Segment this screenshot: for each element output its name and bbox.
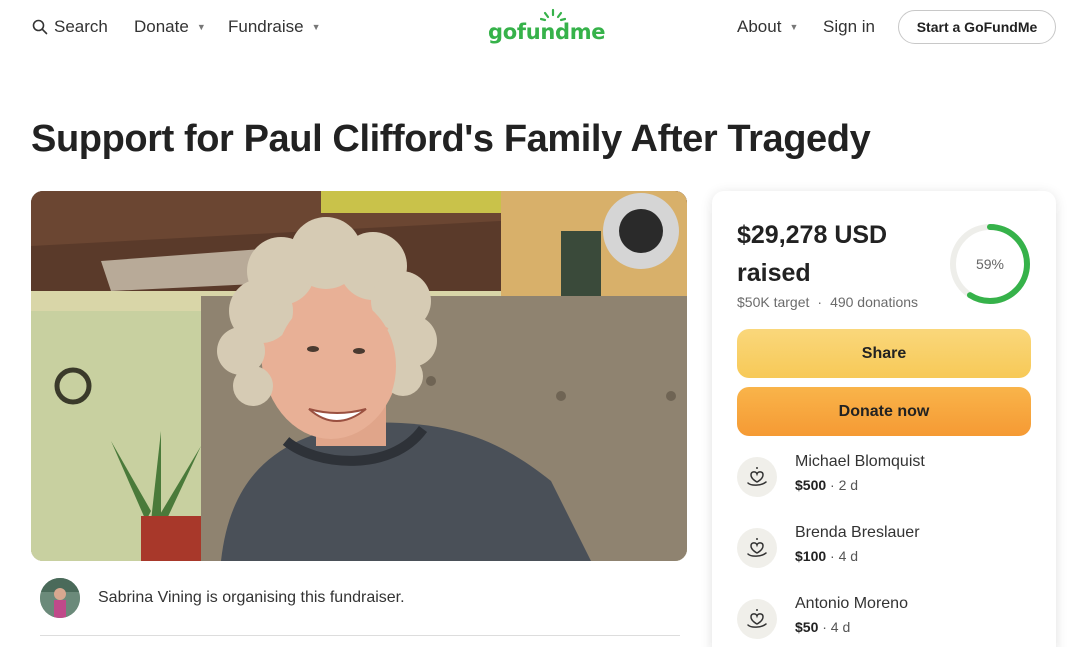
donation-amount: $100 [795, 548, 827, 564]
organiser-text: Sabrina Vining is organising this fundra… [98, 589, 405, 606]
raised-label: raised [737, 259, 811, 287]
organiser-row: Sabrina Vining is organising this fundra… [40, 578, 405, 618]
donation-time: · 2 d [826, 477, 859, 493]
fundraise-menu[interactable]: Fundraise ▼ [228, 17, 321, 37]
target-amount: $50K target [737, 294, 810, 310]
donate-menu[interactable]: Donate ▼ [134, 17, 206, 37]
sign-in-link[interactable]: Sign in [823, 17, 875, 37]
donor-name: Antonio Moreno [795, 595, 908, 612]
raised-amount: $29,278 USD [737, 221, 888, 249]
donation-time: · 4 d [826, 548, 859, 564]
share-button[interactable]: Share [737, 329, 1031, 378]
donations-count: 490 donations [830, 294, 919, 310]
start-gofundme-button[interactable]: Start a GoFundMe [898, 10, 1056, 44]
donation-details: $500 · 2 d [795, 477, 858, 493]
donation-item: Antonio Moreno $50 · 4 d [737, 595, 1037, 645]
donation-time: · 4 d [818, 619, 851, 635]
meta-separator: · [817, 294, 823, 310]
donation-item: Brenda Breslauer $100 · 4 d [737, 524, 1037, 574]
search-icon [32, 19, 48, 35]
logo-text: gofundme [488, 20, 606, 44]
fundraise-menu-label: Fundraise [228, 17, 304, 36]
donation-details: $50 · 4 d [795, 619, 850, 635]
page-title: Support for Paul Clifford's Family After… [31, 118, 871, 160]
donation-details: $100 · 4 d [795, 548, 858, 564]
donation-amount: $500 [795, 477, 827, 493]
fundraiser-photo[interactable] [31, 191, 687, 561]
top-nav: Search Donate ▼ Fundraise ▼ gofundme Abo… [0, 0, 1080, 56]
chevron-down-icon: ▼ [196, 22, 206, 32]
gofundme-logo[interactable]: gofundme [488, 8, 606, 48]
organiser-avatar-image [40, 578, 80, 618]
donation-item: Michael Blomquist $500 · 2 d [737, 453, 1037, 503]
about-menu-label: About [737, 17, 782, 36]
progress-percent: 59% [975, 256, 1005, 272]
chevron-down-icon: ▼ [789, 22, 799, 32]
divider [40, 635, 680, 636]
chevron-down-icon: ▼ [311, 22, 321, 32]
avatar[interactable] [40, 578, 80, 618]
fundraiser-photo-illustration [31, 191, 687, 561]
heart-hand-icon [737, 457, 777, 497]
donate-menu-label: Donate [134, 17, 189, 36]
donor-name: Michael Blomquist [795, 453, 925, 470]
donation-amount: $50 [795, 619, 819, 635]
donor-name: Brenda Breslauer [795, 524, 920, 541]
search-link[interactable]: Search [32, 17, 108, 37]
about-menu[interactable]: About ▼ [737, 17, 798, 37]
heart-hand-icon [737, 599, 777, 639]
donation-card: $29,278 USD raised $50K target · 490 don… [712, 191, 1056, 647]
campaign-meta: $50K target · 490 donations [737, 294, 918, 310]
sign-in-label: Sign in [823, 17, 875, 36]
search-label: Search [54, 17, 108, 36]
heart-hand-icon [737, 528, 777, 568]
donate-now-button[interactable]: Donate now [737, 387, 1031, 436]
